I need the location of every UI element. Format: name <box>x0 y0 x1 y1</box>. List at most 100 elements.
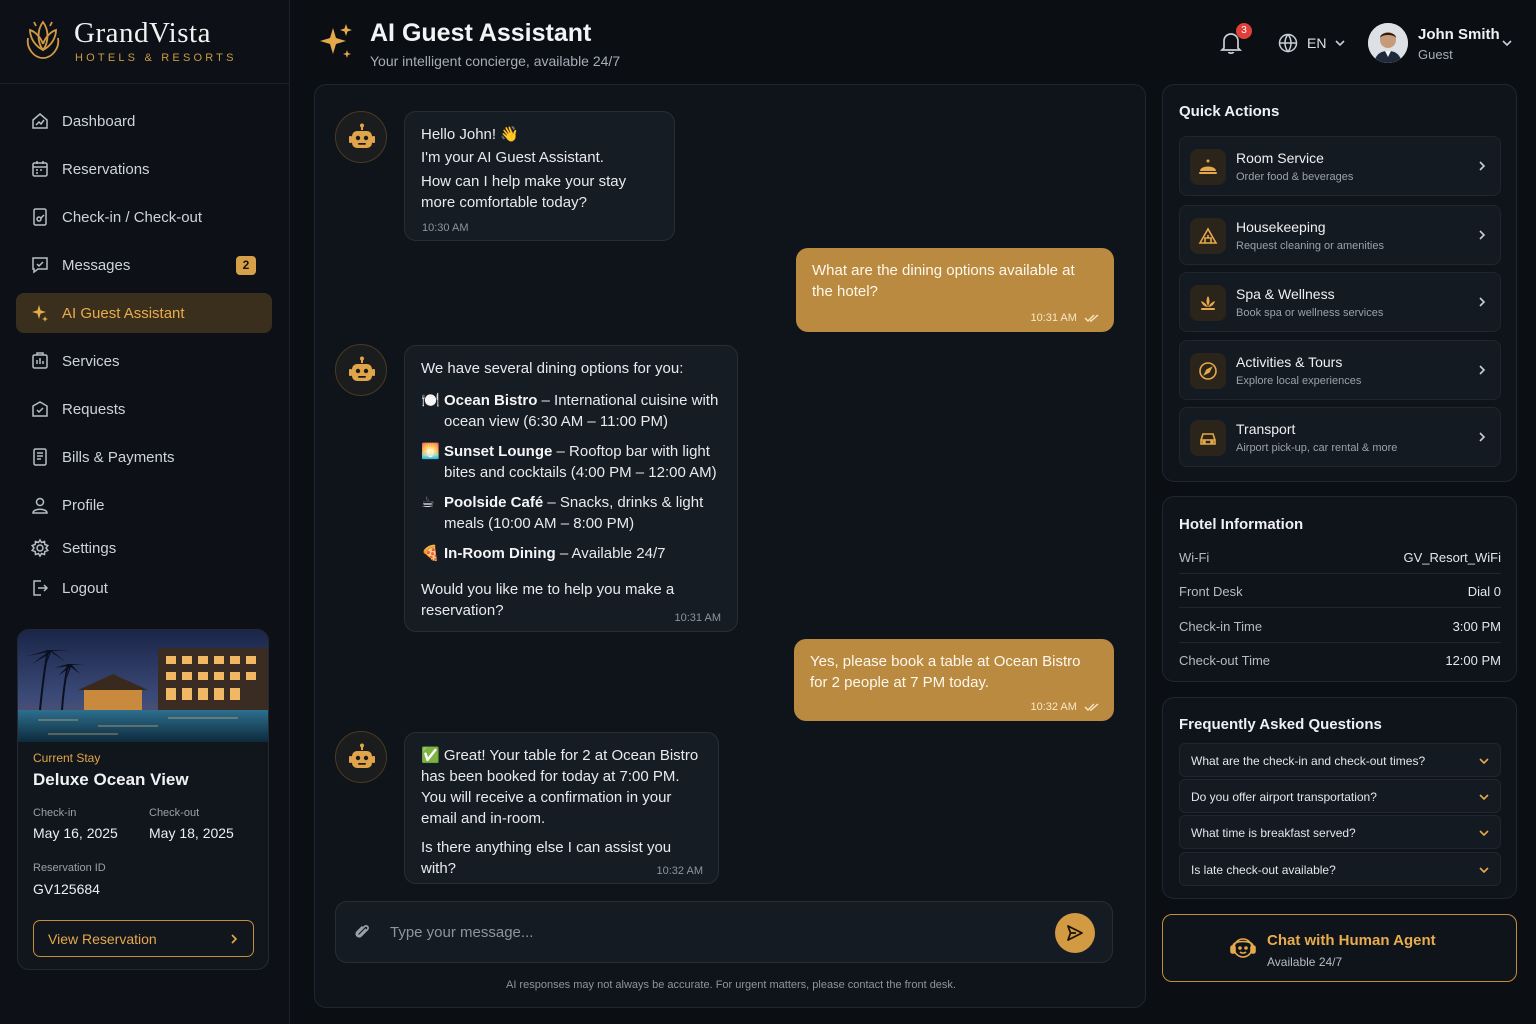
message-text: ✅ Great! Your table for 2 at Ocean Bistr… <box>421 747 699 827</box>
robot-icon <box>349 123 375 148</box>
avatar[interactable] <box>1368 23 1408 63</box>
quick-action-room-service[interactable]: Room Service Order food & beverages <box>1179 136 1501 196</box>
sidebar-item-profile[interactable]: Profile <box>16 485 272 525</box>
bot-message: Hello John! 👋 I'm your AI Guest Assistan… <box>404 111 675 241</box>
sidebar-item-checkin-checkout[interactable]: Check-in / Check-out <box>16 197 272 237</box>
gear-icon <box>30 538 50 558</box>
chevron-down-icon <box>1479 867 1489 874</box>
resort-photo <box>18 630 268 742</box>
sparkle-icon <box>320 24 352 58</box>
message-time-row: 10:31 AM <box>1030 308 1100 329</box>
message-time: 10:32 AM <box>1030 701 1077 713</box>
message-text: Yes, please book a table at Ocean Bistro… <box>810 653 1081 691</box>
request-icon <box>32 401 48 417</box>
info-label: Check-in Time <box>1179 619 1263 634</box>
brand[interactable]: GrandVista HOTELS & RESORTS <box>0 0 289 84</box>
info-label: Wi-Fi <box>1179 550 1210 565</box>
message-text: We have several dining options for you: <box>421 360 684 377</box>
sidebar-item-label: AI Guest Assistant <box>62 304 185 322</box>
sidebar-item-ai-guest-assistant[interactable]: AI Guest Assistant <box>16 293 272 333</box>
view-reservation-button[interactable]: View Reservation <box>33 920 254 957</box>
chevron-right-icon <box>231 934 238 944</box>
brand-tagline: HOTELS & RESORTS <box>75 52 237 64</box>
dining-option: 🍽️ Ocean Bistro – International cuisine … <box>421 390 721 432</box>
sidebar-item-settings[interactable]: Settings <box>16 528 272 568</box>
faq-item[interactable]: Is late check-out available? <box>1179 852 1501 886</box>
chevron-down-icon[interactable] <box>1501 37 1513 49</box>
message-text: What are the dining options available at… <box>812 262 1075 300</box>
coffee-icon: ☕ <box>421 494 435 511</box>
sunset-icon: 🌅 <box>421 443 440 460</box>
sidebar-item-bills-payments[interactable]: Bills & Payments <box>16 437 272 477</box>
page-title: AI Guest Assistant <box>370 19 592 47</box>
sidebar-item-requests[interactable]: Requests <box>16 389 272 429</box>
chevron-right-icon <box>1479 230 1486 240</box>
human-agent-availability: Available 24/7 <box>1267 955 1343 969</box>
message-time: 10:30 AM <box>422 222 469 234</box>
bot-avatar <box>335 731 387 783</box>
dining-option: 🌅 Sunset Lounge – Rooftop bar with light… <box>421 441 721 483</box>
quick-action-spa-wellness[interactable]: Spa & Wellness Book spa or wellness serv… <box>1179 272 1501 332</box>
services-icon <box>32 352 48 369</box>
faq-panel: Frequently Asked Questions What are the … <box>1162 697 1517 899</box>
quick-action-subtitle: Request cleaning or amenities <box>1236 240 1384 252</box>
view-reservation-label: View Reservation <box>48 930 157 947</box>
sidebar-item-reservations[interactable]: Reservations <box>16 149 272 189</box>
info-row-wifi: Wi-Fi GV_Resort_WiFi <box>1179 540 1501 574</box>
dining-name: Ocean Bistro <box>444 392 538 409</box>
robot-icon <box>349 743 375 768</box>
quick-action-icon-box <box>1190 218 1226 254</box>
faq-item[interactable]: What time is breakfast served? <box>1179 815 1501 849</box>
sidebar-item-messages[interactable]: Messages 2 <box>16 245 272 285</box>
message-time: 10:31 AM <box>1030 312 1077 324</box>
checkout-date: May 18, 2025 <box>149 825 234 841</box>
reservation-id: GV125684 <box>33 881 100 897</box>
quick-action-title: Housekeeping <box>1236 219 1326 235</box>
sidebar-item-label: Logout <box>62 579 108 597</box>
sidebar-item-dashboard[interactable]: Dashboard <box>16 101 272 141</box>
info-value: 3:00 PM <box>1452 619 1501 634</box>
quick-action-transport[interactable]: Transport Airport pick-up, car rental & … <box>1179 407 1501 467</box>
user-message: Yes, please book a table at Ocean Bistro… <box>794 639 1114 721</box>
logout-icon <box>33 580 49 596</box>
quick-action-icon-box <box>1190 285 1226 321</box>
message-text: Hello John! 👋 <box>421 126 519 143</box>
chevron-down-icon <box>1479 830 1489 837</box>
plate-icon: 🍽️ <box>421 392 440 409</box>
cloche-icon <box>1199 159 1217 174</box>
quick-action-activities-tours[interactable]: Activities & Tours Explore local experie… <box>1179 340 1501 400</box>
calendar-icon <box>32 161 48 177</box>
sidebar-nav: Dashboard Reservations Check-in / Check-… <box>16 98 272 608</box>
sidebar-item-services[interactable]: Services <box>16 341 272 381</box>
send-button[interactable] <box>1055 913 1095 953</box>
sidebar-item-logout[interactable]: Logout <box>16 568 272 608</box>
faq-item[interactable]: What are the check-in and check-out time… <box>1179 743 1501 777</box>
quick-action-icon-box <box>1190 353 1226 389</box>
faq-item[interactable]: Do you offer airport transportation? <box>1179 779 1501 813</box>
chat-with-human-agent-button[interactable]: Chat with Human Agent Available 24/7 <box>1162 914 1517 982</box>
message-time: 10:32 AM <box>656 865 703 877</box>
hotel-information-title: Hotel Information <box>1179 516 1304 533</box>
pizza-icon: 🍕 <box>421 545 440 562</box>
user-name[interactable]: John Smith <box>1418 26 1500 43</box>
bot-message: We have several dining options for you: … <box>404 345 738 632</box>
paperclip-icon[interactable] <box>352 922 372 942</box>
sidebar-item-label: Profile <box>62 496 105 514</box>
faq-question: What are the check-in and check-out time… <box>1191 754 1426 768</box>
chevron-right-icon <box>1479 297 1486 307</box>
housekeeping-icon <box>1198 227 1218 244</box>
ai-disclaimer: AI responses may not always be accurate.… <box>505 979 956 991</box>
message-input[interactable] <box>390 916 1040 948</box>
quick-action-housekeeping[interactable]: Housekeeping Request cleaning or ameniti… <box>1179 205 1501 265</box>
language-selector[interactable]: EN <box>1277 31 1346 55</box>
double-check-icon <box>1084 314 1099 323</box>
quick-action-subtitle: Airport pick-up, car rental & more <box>1236 442 1398 454</box>
message-text: Would you like me to help you make a res… <box>421 581 675 619</box>
chevron-right-icon <box>1479 161 1486 171</box>
notification-count-badge: 3 <box>1236 23 1252 39</box>
chevron-right-icon <box>1479 365 1486 375</box>
sidebar-item-label: Bills & Payments <box>62 448 175 466</box>
user-avatar-icon <box>1368 23 1408 63</box>
quick-action-title: Transport <box>1236 421 1296 437</box>
quick-action-subtitle: Explore local experiences <box>1236 375 1362 387</box>
